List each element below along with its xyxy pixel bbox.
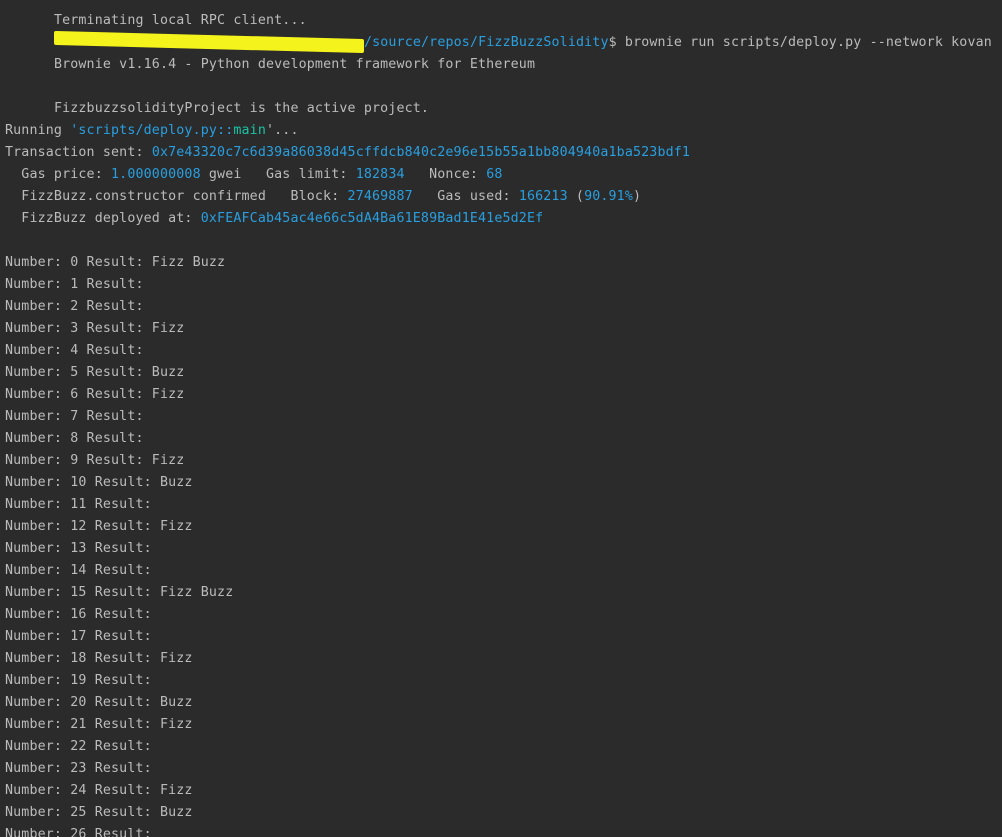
gas-used-label: Gas used: (412, 189, 519, 204)
gas-price-label: Gas price: (5, 167, 112, 182)
running-end: '... (266, 123, 299, 138)
result-line: Number: 13 Result: (5, 541, 152, 556)
result-line: Number: 10 Result: Buzz (5, 475, 193, 490)
running-line: Running 'scripts/deploy.py::main'... (5, 120, 1002, 142)
result-line: Number: 25 Result: Buzz (5, 805, 193, 820)
terminal-output: Terminating local RPC client... /source/… (5, 0, 1002, 837)
result-line: Number: 14 Result: (5, 563, 152, 578)
result-line: Number: 12 Result: Fizz (5, 519, 193, 534)
active-project-line: FizzbuzzsolidityProject is the active pr… (5, 76, 1002, 116)
result-line: Number: 17 Result: (5, 629, 152, 644)
brownie-banner: Brownie v1.16.4 - Python development fra… (53, 57, 536, 72)
result-line: Number: 22 Result: (5, 739, 152, 754)
result-line: Number: 20 Result: Buzz (5, 695, 193, 710)
running-script: 'scripts/deploy.py (70, 123, 218, 138)
running-prefix: Running (5, 123, 71, 138)
result-line: Number: 3 Result: Fizz (5, 321, 185, 336)
result-line: Number: 16 Result: (5, 607, 152, 622)
result-line: Number: 0 Result: Fizz Buzz (5, 255, 226, 270)
deployed-line: FizzBuzz deployed at: 0xFEAFCab45ac4e66c… (5, 208, 1002, 230)
tx-line: Transaction sent: 0x7e43320c7c6d39a86038… (5, 142, 1002, 164)
result-line: Number: 15 Result: Fizz Buzz (5, 585, 234, 600)
result-line: Number: 6 Result: Fizz (5, 387, 185, 402)
prompt-command: brownie run scripts/deploy.py --network … (616, 35, 992, 50)
gas-price-unit: gwei Gas limit: (200, 167, 356, 182)
header-cut-text: Terminating local RPC client... (53, 13, 307, 28)
confirmed-label: FizzBuzz.constructor confirmed Block: (5, 189, 348, 204)
result-line: Number: 11 Result: (5, 497, 152, 512)
gas-used-open: ( (567, 189, 585, 204)
running-sep: :: (217, 123, 234, 138)
terminal-line-header-cut: Terminating local RPC client... (5, 0, 1002, 28)
result-line: Number: 24 Result: Fizz (5, 783, 193, 798)
prompt-symbol: $ (608, 35, 617, 50)
result-line: Number: 18 Result: Fizz (5, 651, 193, 666)
fizzbuzz-results: Number: 0 Result: Fizz Buzz Number: 1 Re… (5, 252, 1002, 837)
tx-hash: 0x7e43320c7c6d39a86038d45cffdcb840c2e96e… (151, 145, 691, 160)
gas-limit-value: 182834 (355, 167, 405, 182)
result-line: Number: 2 Result: (5, 299, 144, 314)
result-line: Number: 19 Result: (5, 673, 152, 688)
result-line: Number: 23 Result: (5, 761, 152, 776)
gas-used-pct: 90.91% (584, 189, 633, 204)
redacted-prompt-user (53, 30, 364, 54)
result-line: Number: 7 Result: (5, 409, 144, 424)
tx-label: Transaction sent: (5, 145, 152, 160)
result-line: Number: 4 Result: (5, 343, 144, 358)
result-line: Number: 26 Result: (5, 827, 152, 837)
prompt-path: /source/repos/FizzBuzzSolidity (363, 35, 609, 50)
result-line: Number: 9 Result: Fizz (5, 453, 185, 468)
result-line: Number: 21 Result: Fizz (5, 717, 193, 732)
confirmed-line: FizzBuzz.constructor confirmed Block: 27… (5, 186, 1002, 208)
nonce-label: Nonce: (404, 167, 487, 182)
active-project: FizzbuzzsolidityProject is the active pr… (53, 101, 430, 116)
gas-used-value: 166213 (518, 189, 568, 204)
result-line: Number: 1 Result: (5, 277, 144, 292)
gas-line: Gas price: 1.000000008 gwei Gas limit: 1… (5, 164, 1002, 186)
deployed-label: FizzBuzz deployed at: (5, 211, 201, 226)
deployed-address: 0xFEAFCab45ac4e66c5dA4Ba61E89Bad1E41e5d2… (200, 211, 544, 226)
gas-used-close: ) (633, 189, 642, 204)
result-line: Number: 5 Result: Buzz (5, 365, 185, 380)
gas-price-value: 1.000000008 (111, 167, 201, 182)
nonce-value: 68 (486, 167, 503, 182)
running-func: main (233, 123, 266, 138)
block-value: 27469887 (347, 189, 413, 204)
result-line: Number: 8 Result: (5, 431, 144, 446)
terminal-window[interactable]: Terminating local RPC client... /source/… (0, 0, 1002, 837)
